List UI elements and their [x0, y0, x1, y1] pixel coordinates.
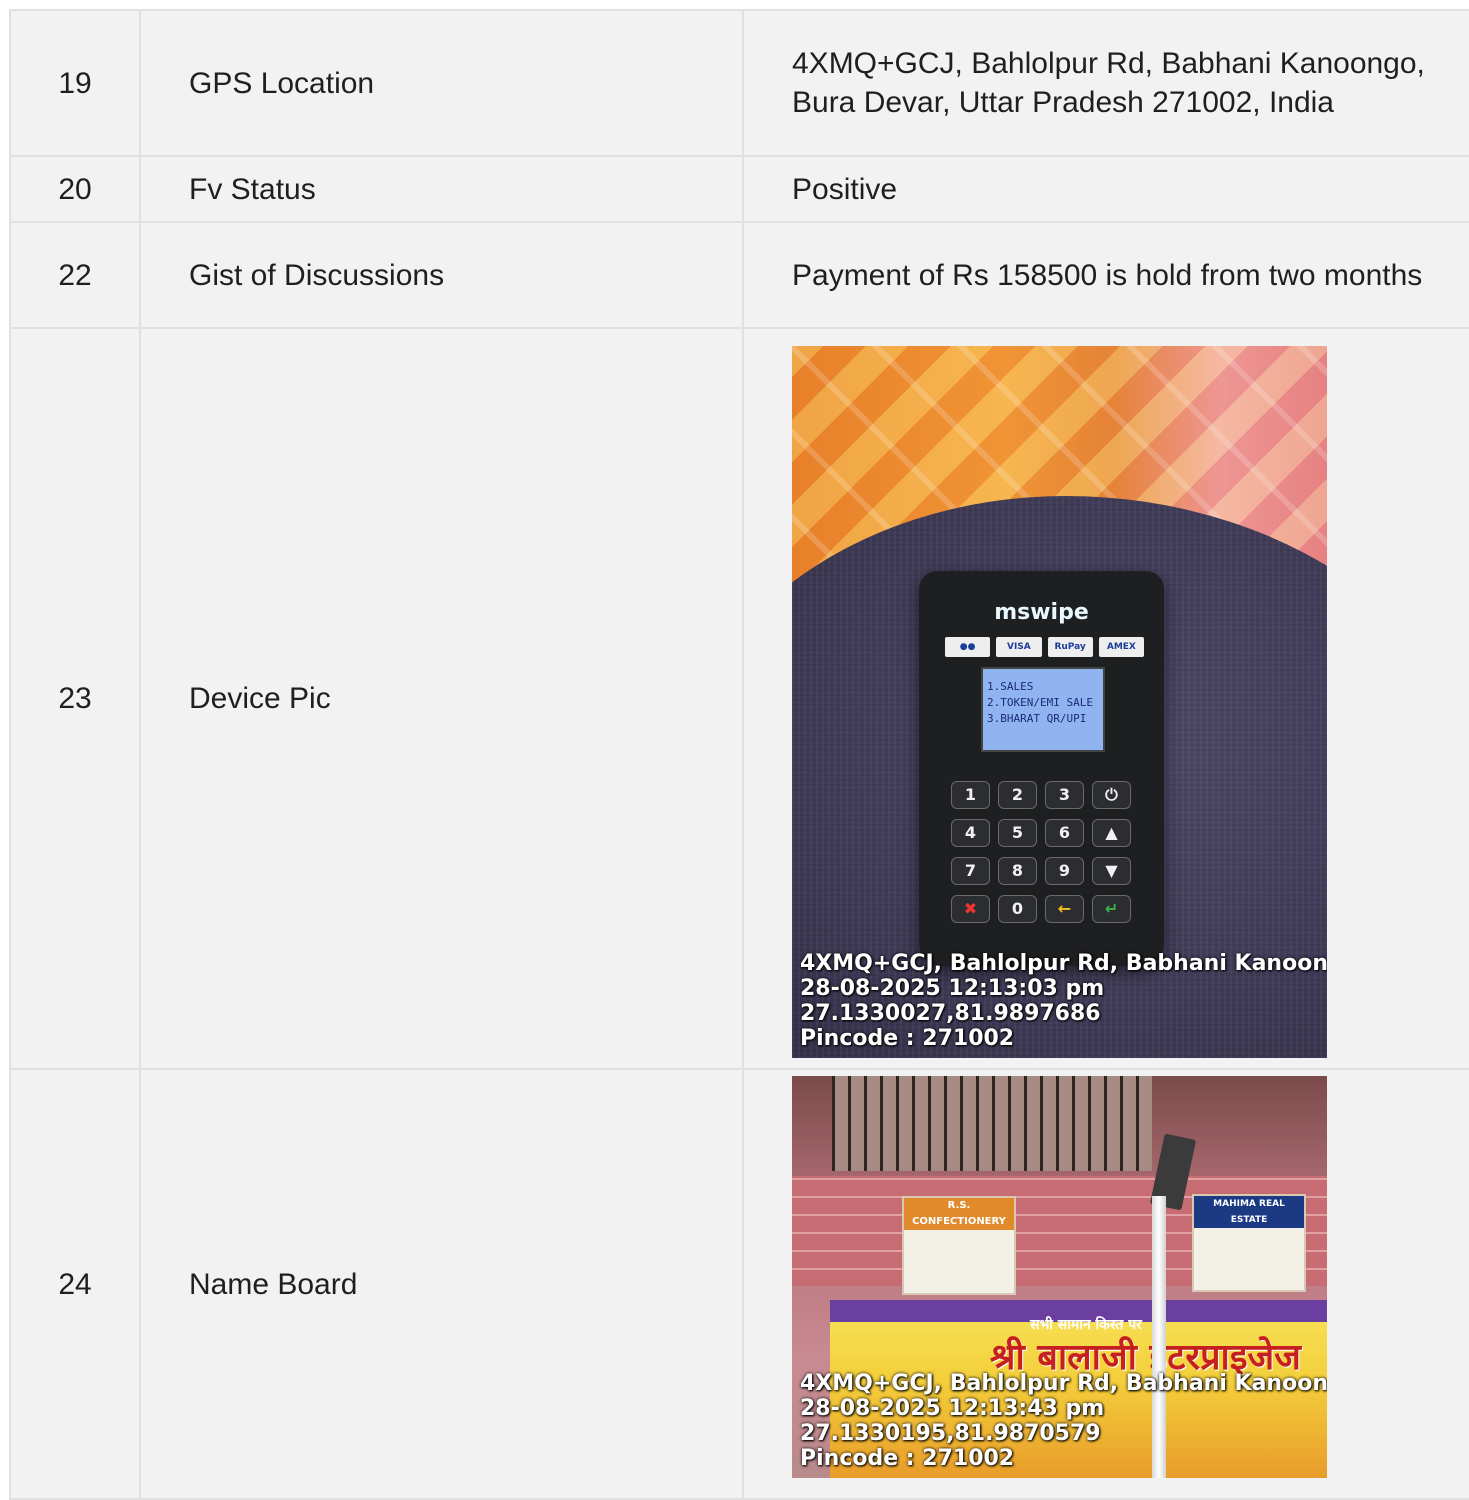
device-photo[interactable]: mswipe ●● VISA RuPay AMEX 1.SALES 2.TOKE…: [792, 345, 1327, 1058]
key: 1: [951, 780, 990, 809]
window-grill: [832, 1076, 1152, 1171]
screen-line: 2.TOKEN/EMI SALE: [987, 695, 1093, 709]
cancel-key-icon: ✖: [951, 894, 990, 923]
stamp-datetime: 28-08-2025 12:13:03 pm: [800, 975, 1105, 1001]
card-logos: ●● VISA RuPay AMEX: [945, 636, 1144, 657]
poster-title: MAHIMA REAL ESTATE: [1194, 1196, 1304, 1228]
key: 5: [998, 818, 1037, 847]
key: 6: [1045, 818, 1084, 847]
row-number: 20: [9, 155, 141, 223]
down-key-icon: ▼: [1092, 856, 1131, 885]
card-swipe-device: mswipe ●● VISA RuPay AMEX 1.SALES 2.TOKE…: [919, 570, 1164, 966]
rupay-logo: RuPay: [1047, 636, 1093, 657]
device-brand: mswipe: [994, 599, 1089, 625]
device-screen: 1.SALES 2.TOKEN/EMI SALE 3.BHARAT QR/UPI: [981, 666, 1105, 752]
banner-top-text: सभी सामान किस्त पर: [1030, 1317, 1142, 1333]
gps-location-value: 4XMQ+GCJ, Bahlolpur Rd, Babhani Kanoongo…: [742, 9, 1469, 157]
enter-key-icon: ↵: [1092, 894, 1131, 923]
row-number: 22: [9, 221, 141, 329]
key: 4: [951, 818, 990, 847]
verification-table: 19 GPS Location 4XMQ+GCJ, Bahlolpur Rd, …: [9, 9, 1469, 1500]
geo-stamp: 4XMQ+GCJ, Bahlolpur Rd, Babhani Kanoong …: [800, 950, 1327, 1054]
amex-logo: AMEX: [1098, 636, 1144, 657]
mastercard-logo: ●●: [945, 636, 991, 657]
key: 3: [1045, 780, 1084, 809]
table-row: 24 Name Board R.S. CONFECTIONERY MAHIMA …: [9, 1068, 1469, 1500]
real-estate-poster: MAHIMA REAL ESTATE: [1192, 1194, 1306, 1292]
up-key-icon: ▲: [1092, 818, 1131, 847]
poster-title: R.S. CONFECTIONERY: [904, 1198, 1014, 1230]
back-key-icon: ←: [1045, 894, 1084, 923]
row-label: Fv Status: [139, 155, 744, 223]
gist-value: Payment of Rs 158500 is hold from two mo…: [742, 221, 1469, 329]
table-row: 19 GPS Location 4XMQ+GCJ, Bahlolpur Rd, …: [9, 9, 1469, 157]
stamp-pincode: Pincode : 271002: [800, 1025, 1015, 1051]
row-number: 23: [9, 327, 141, 1070]
banner-strip: सभी सामान किस्त पर: [830, 1300, 1327, 1333]
device-pic-cell: mswipe ●● VISA RuPay AMEX 1.SALES 2.TOKE…: [742, 327, 1469, 1070]
power-key-icon: ⏻: [1092, 780, 1131, 809]
row-number: 19: [9, 9, 141, 157]
row-label: Gist of Discussions: [139, 221, 744, 329]
key: 0: [998, 894, 1037, 923]
fv-status-value: Positive: [742, 155, 1469, 223]
visa-logo: VISA: [996, 636, 1042, 657]
row-label: Name Board: [139, 1068, 744, 1500]
confectionery-poster: R.S. CONFECTIONERY: [902, 1196, 1016, 1295]
stamp-coords: 27.1330027,81.9897686: [800, 1000, 1101, 1026]
key: 7: [951, 856, 990, 885]
device-keypad: 1 2 3 ⏻ 4 5 6 ▲ 7 8 9 ▼ ✖ 0 ← ↵: [951, 780, 1131, 923]
row-label: GPS Location: [139, 9, 744, 157]
stamp-pincode: Pincode : 271002: [800, 1446, 1015, 1471]
row-label: Device Pic: [139, 327, 744, 1070]
key: 2: [998, 780, 1037, 809]
screen-line: 3.BHARAT QR/UPI: [987, 711, 1087, 725]
name-board-cell: R.S. CONFECTIONERY MAHIMA REAL ESTATE सभ…: [742, 1068, 1469, 1500]
screen-line: 1.SALES: [987, 679, 1034, 693]
name-board-photo[interactable]: R.S. CONFECTIONERY MAHIMA REAL ESTATE सभ…: [792, 1076, 1327, 1478]
table-row: 23 Device Pic mswipe ●● VISA RuPay AMEX …: [9, 327, 1469, 1070]
table-row: 22 Gist of Discussions Payment of Rs 158…: [9, 221, 1469, 329]
row-number: 24: [9, 1068, 141, 1500]
stamp-address: 4XMQ+GCJ, Bahlolpur Rd, Babhani Kanoong: [800, 950, 1327, 976]
geo-stamp: 4XMQ+GCJ, Bahlolpur Rd, Babhani Kanoong …: [800, 1373, 1327, 1474]
key: 8: [998, 856, 1037, 885]
table-row: 20 Fv Status Positive: [9, 155, 1469, 223]
key: 9: [1045, 856, 1084, 885]
